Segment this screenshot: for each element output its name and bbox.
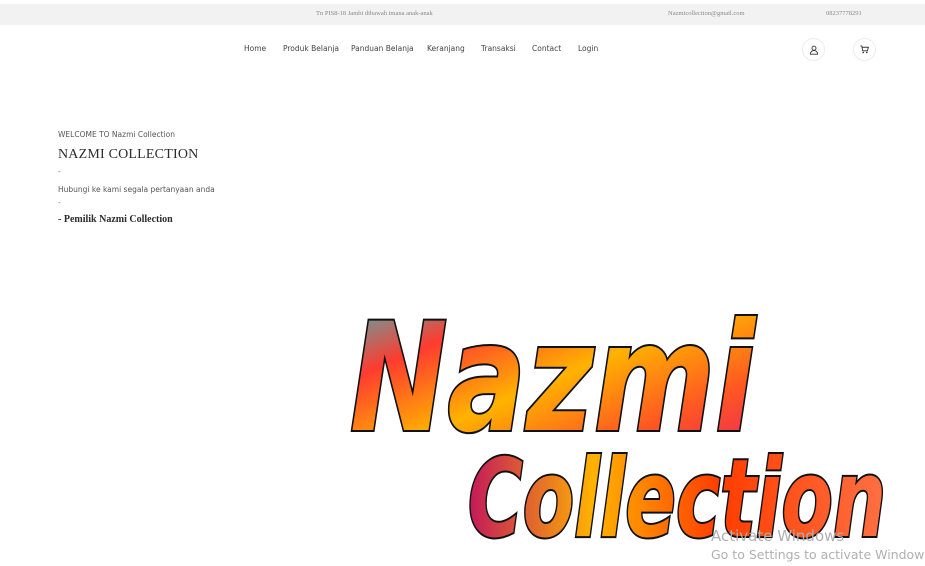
- divider-dash: -: [58, 198, 61, 207]
- top-info-bar: Tn PIS8-18 Jambi dibawah imana anak-anak…: [0, 4, 925, 25]
- welcome-text: WELCOME TO Nazmi Collection: [58, 130, 175, 139]
- cart-icon: [860, 45, 869, 54]
- owner-signature: - Pemilik Nazmi Collection: [58, 214, 173, 225]
- divider-dash: -: [58, 167, 61, 176]
- watermark-subtitle: Go to Settings to activate Windows.: [711, 547, 925, 562]
- nav-login[interactable]: Login: [578, 44, 598, 53]
- nav-produk-belanja[interactable]: Produk Belanja: [283, 44, 339, 53]
- nav-home[interactable]: Home: [244, 44, 266, 53]
- activate-windows-watermark: Activate Windows Go to Settings to activ…: [711, 527, 925, 562]
- address-text: Tn PIS8-18 Jambi dibawah imana anak-anak: [316, 10, 433, 17]
- cart-button[interactable]: [853, 38, 876, 61]
- nav-panduan-belanja[interactable]: Panduan Belanja: [351, 44, 414, 53]
- main-nav: Home Produk Belanja Panduan Belanja Kera…: [0, 44, 925, 56]
- brand-title: NAZMI COLLECTION: [58, 147, 199, 162]
- user-icon: [809, 45, 818, 55]
- user-button[interactable]: [802, 38, 825, 61]
- phone-text[interactable]: 08237778291: [826, 10, 862, 17]
- nav-keranjang[interactable]: Keranjang: [427, 44, 465, 53]
- email-text[interactable]: Nazmicollection@gmail.com: [668, 10, 745, 17]
- nav-transaksi[interactable]: Transaksi: [481, 44, 516, 53]
- contact-message: Hubungi ke kami segala pertanyaan anda: [58, 185, 215, 194]
- nav-contact[interactable]: Contact: [532, 44, 561, 53]
- hero-section: WELCOME TO Nazmi Collection NAZMI COLLEC…: [58, 130, 215, 225]
- nazmi-collection-logo: Nazmi Collection: [350, 292, 888, 544]
- watermark-title: Activate Windows: [711, 527, 845, 545]
